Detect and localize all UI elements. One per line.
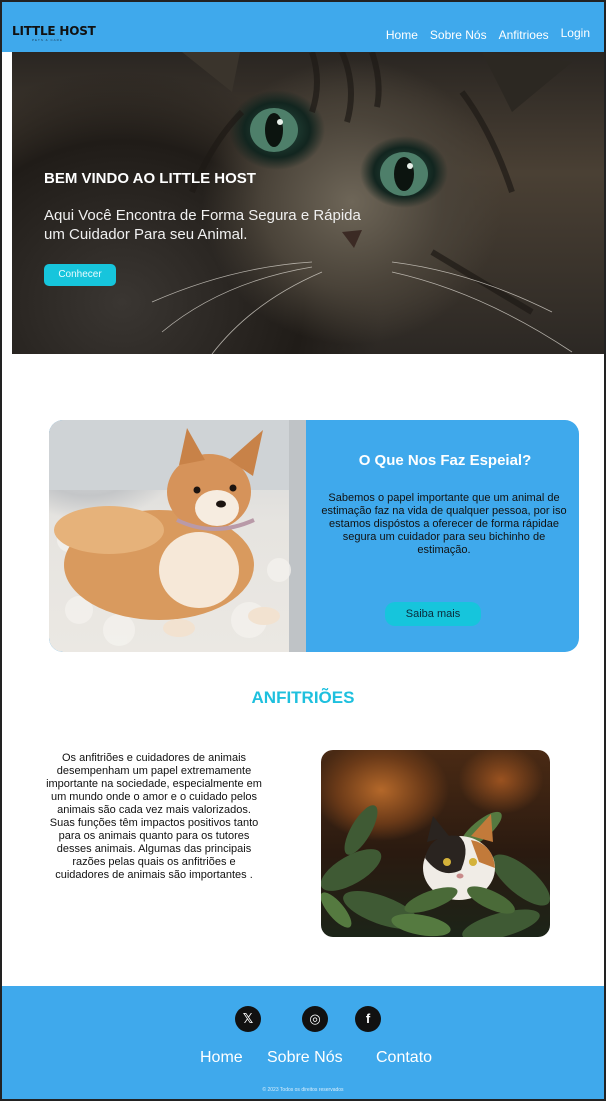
footer: 𝕏 ◎ f Home Sobre Nós Contato © 2023 Todo… [2, 986, 604, 1099]
instagram-icon[interactable]: ◎ [302, 1006, 328, 1032]
logo-tagline: PETS & CARE [32, 38, 63, 42]
nav-link-anfitrioes[interactable]: Anfitrioes [499, 28, 549, 42]
conhecer-button[interactable]: Conhecer [44, 264, 116, 286]
logo[interactable]: LITTLE HOST [12, 24, 96, 38]
anfitrioes-text: Os anfitriões e cuidadores de animais de… [46, 752, 262, 881]
special-card: O Que Nos Faz Espeial? Sabemos o papel i… [49, 420, 579, 652]
footer-link-sobre[interactable]: Sobre Nós [267, 1049, 343, 1067]
page: LITTLE HOST PETS & CARE Home Sobre Nós A… [0, 0, 606, 1101]
hero-subtitle: Aqui Você Encontra de Forma Segura e Ráp… [44, 207, 361, 243]
anfitrioes-title: ANFITRIÕES [251, 688, 355, 707]
saiba-mais-button[interactable]: Saiba mais [385, 602, 481, 626]
nav-link-home[interactable]: Home [386, 28, 418, 42]
nav-links: Home Sobre Nós Anfitrioes Login [374, 26, 590, 42]
special-text: Sabemos o papel importante que um animal… [321, 492, 567, 556]
x-icon[interactable]: 𝕏 [235, 1006, 261, 1032]
facebook-icon[interactable]: f [355, 1006, 381, 1032]
footer-link-contato[interactable]: Contato [376, 1049, 432, 1067]
hero-title: BEM VINDO AO LITTLE HOST [44, 170, 256, 187]
nav-link-login[interactable]: Login [561, 26, 590, 40]
cat-plants-image [321, 750, 550, 937]
hero-cat-image [151, 52, 573, 354]
special-title: O Que Nos Faz Espeial? [358, 452, 532, 469]
footer-link-home[interactable]: Home [200, 1049, 243, 1067]
top-navbar: LITTLE HOST PETS & CARE Home Sobre Nós A… [2, 2, 604, 52]
dog-image [49, 420, 306, 652]
copyright-text: © 2023 Todos os direitos reservados [262, 1087, 344, 1093]
nav-link-sobre[interactable]: Sobre Nós [430, 28, 487, 42]
hero-banner: BEM VINDO AO LITTLE HOST Aqui Você Encon… [12, 52, 604, 354]
